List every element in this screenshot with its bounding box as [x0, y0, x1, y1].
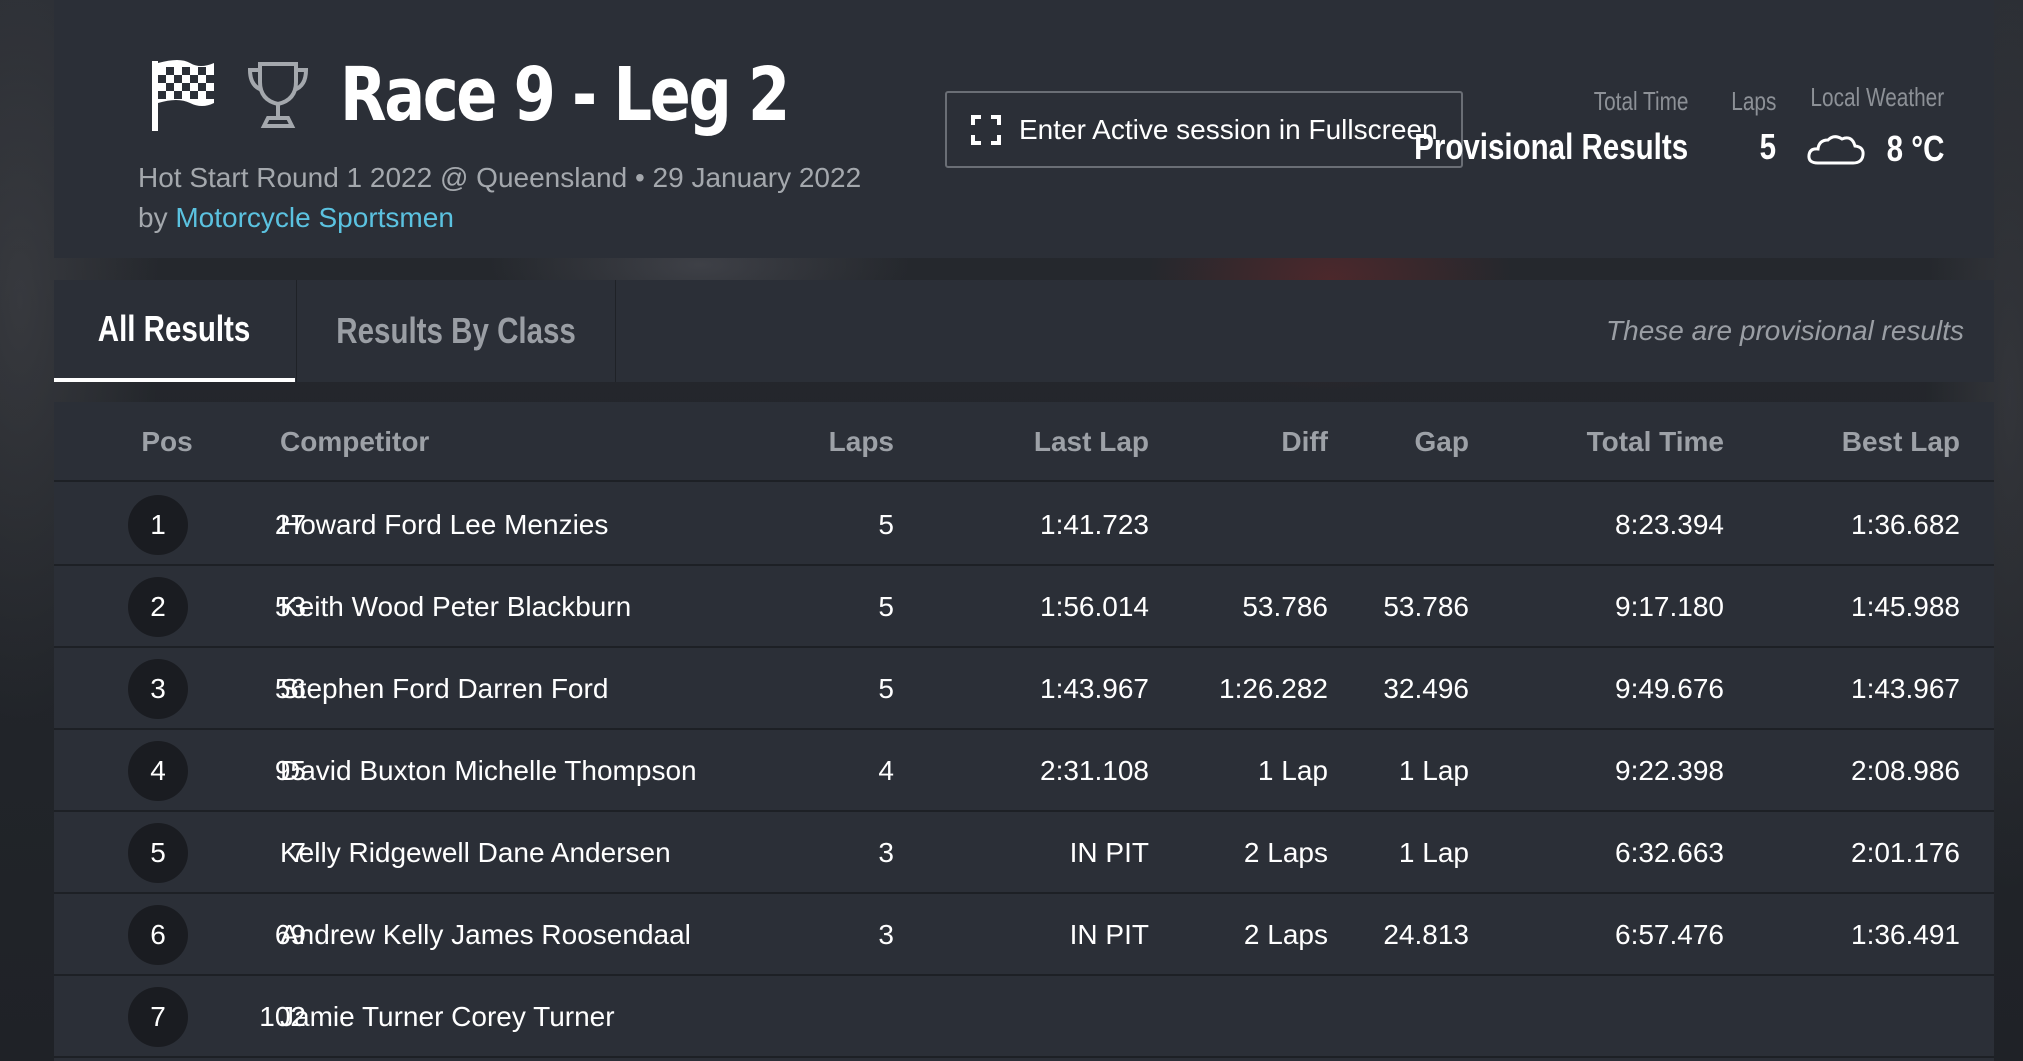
- cell-laps: 5: [878, 591, 894, 622]
- cell-laps: 3: [878, 919, 894, 950]
- cell-competitor: Stephen Ford Darren Ford: [280, 673, 609, 704]
- cell-total-time: 8:23.394: [1615, 509, 1724, 540]
- cell-best-lap: 2:01.176: [1851, 837, 1960, 868]
- cell-best-lap: 1:36.682: [1851, 509, 1960, 540]
- results-table: Pos Competitor Laps Last Lap Diff Gap To…: [54, 402, 1994, 1061]
- cell-diff: [1154, 976, 1328, 1058]
- weather-label: Local Weather: [1810, 82, 1944, 112]
- cell-best-lap: 2:08.986: [1851, 755, 1960, 786]
- table-header: Pos Competitor Laps Last Lap Diff Gap To…: [54, 402, 1994, 482]
- position-badge: 3: [128, 659, 188, 719]
- position-badge: 4: [128, 741, 188, 801]
- cell-competitor: Keith Wood Peter Blackburn: [280, 591, 632, 622]
- col-total-time[interactable]: Total Time: [1474, 402, 1724, 482]
- position-badge: 5: [128, 823, 188, 883]
- table-row[interactable]: 6 69 Andrew Kelly James Roosendaal 3 IN PIT 2…: [54, 894, 1994, 976]
- cell-total-time: [1474, 976, 1724, 1058]
- table-row[interactable]: 2 53 Keith Wood Peter Blackburn 5 1:56.014 53…: [54, 566, 1994, 648]
- cell-best-lap: [1734, 976, 1960, 1058]
- cell-last-lap: 2:31.108: [1040, 755, 1149, 786]
- col-competitor[interactable]: Competitor: [280, 402, 429, 482]
- cell-gap: [1334, 976, 1469, 1058]
- cell-diff: 1 Lap: [1257, 755, 1328, 786]
- col-best-lap[interactable]: Best Lap: [1734, 402, 1960, 482]
- cell-total-time: 9:49.676: [1615, 673, 1724, 704]
- cell-diff: 1:26.282: [1219, 673, 1328, 704]
- organizer-link[interactable]: Motorcycle Sportsmen: [175, 202, 454, 233]
- session-header: Race 9 - Leg 2 Hot Start Round 1 2022 @ …: [54, 0, 1994, 258]
- cell-gap: [1334, 484, 1469, 566]
- cloud-icon: [1807, 135, 1865, 165]
- position-badge: 6: [128, 905, 188, 965]
- col-gap[interactable]: Gap: [1334, 402, 1469, 482]
- expand-icon: [971, 114, 1001, 145]
- col-last-lap[interactable]: Last Lap: [904, 402, 1149, 482]
- cell-total-time: 9:22.398: [1615, 755, 1724, 786]
- weather-value: 8 °C: [1886, 128, 1944, 169]
- cell-laps: 5: [878, 509, 894, 540]
- col-diff[interactable]: Diff: [1154, 402, 1328, 482]
- cell-gap: 32.496: [1383, 673, 1469, 704]
- cell-last-lap: IN PIT: [1069, 919, 1149, 950]
- col-laps[interactable]: Laps: [714, 402, 894, 482]
- cell-gap: 24.813: [1383, 919, 1469, 950]
- table-row[interactable]: 1 27 Howard Ford Lee Menzies 5 1:41.723 8:23.…: [54, 484, 1994, 566]
- cell-laps: [714, 976, 894, 1058]
- cell-last-lap: IN PIT: [1069, 837, 1149, 868]
- cell-best-lap: 1:43.967: [1851, 673, 1960, 704]
- table-row[interactable]: 5 7 Kelly Ridgewell Dane Andersen 3 IN PIT 2 …: [54, 812, 1994, 894]
- fullscreen-label: Enter Active session in Fullscreen: [1019, 113, 1438, 145]
- tab-results-by-class-label: Results By Class: [336, 310, 576, 351]
- cell-total-time: 6:32.663: [1615, 837, 1724, 868]
- cell-last-lap: 1:41.723: [1040, 509, 1149, 540]
- cell-competitor: David Buxton Michelle Thompson: [280, 755, 697, 786]
- cell-diff: 2 Laps: [1243, 919, 1328, 950]
- table-row[interactable]: 3 56 Stephen Ford Darren Ford 5 1:43.967 1:26…: [54, 648, 1994, 730]
- cell-total-time: 6:57.476: [1615, 919, 1724, 950]
- table-row[interactable]: 7 102 Jamie Turner Corey Turner: [54, 976, 1994, 1058]
- organizer-byline: by Motorcycle Sportsmen: [138, 202, 454, 234]
- cell-laps: 3: [878, 837, 894, 868]
- cell-best-lap: 1:45.988: [1851, 591, 1960, 622]
- cell-competitor: Jamie Turner Corey Turner: [280, 1001, 615, 1032]
- cell-competitor: Kelly Ridgewell Dane Andersen: [280, 837, 671, 868]
- cell-diff: 2 Laps: [1243, 837, 1328, 868]
- cell-best-lap: 1:36.491: [1851, 919, 1960, 950]
- cell-gap: 1 Lap: [1398, 837, 1469, 868]
- position-badge: 1: [128, 495, 188, 555]
- cell-last-lap: 1:56.014: [1040, 591, 1149, 622]
- provisional-note: These are provisional results: [1606, 315, 1964, 346]
- checkered-flag-icon: [152, 60, 214, 131]
- cell-gap: 1 Lap: [1398, 755, 1469, 786]
- title-row: Race 9 - Leg 2: [150, 50, 886, 140]
- cell-last-lap: [904, 976, 1149, 1058]
- cell-total-time: 9:17.180: [1615, 591, 1724, 622]
- position-badge: 7: [128, 987, 188, 1047]
- table-row[interactable]: 4 95 David Buxton Michelle Thompson 4 2:31.1…: [54, 730, 1994, 812]
- weather-readout: 8 °C: [1806, 126, 1944, 172]
- cell-last-lap: 1:43.967: [1040, 673, 1149, 704]
- laps-value: 5: [1759, 126, 1776, 167]
- trophy-icon: [247, 62, 309, 128]
- tab-results-by-class[interactable]: Results By Class: [296, 280, 616, 382]
- cell-competitor: Howard Ford Lee Menzies: [280, 509, 609, 540]
- cell-gap: 53.786: [1383, 591, 1469, 622]
- page-title: Race 9 - Leg 2: [340, 52, 790, 138]
- results-tabs: All Results Results By Class These are p…: [54, 280, 1994, 382]
- cell-laps: 4: [878, 755, 894, 786]
- event-subtitle: Hot Start Round 1 2022 @ Queensland • 29…: [138, 162, 862, 193]
- cell-diff: 53.786: [1242, 591, 1328, 622]
- tab-all-results-label: All Results: [98, 308, 251, 349]
- cell-diff: [1154, 484, 1328, 566]
- position-badge: 2: [128, 577, 188, 637]
- tab-all-results[interactable]: All Results: [54, 280, 295, 382]
- laps-label: Laps: [1730, 86, 1776, 116]
- cell-competitor: Andrew Kelly James Roosendaal: [280, 919, 691, 950]
- by-prefix: by: [138, 202, 168, 233]
- col-pos[interactable]: Pos: [137, 402, 197, 482]
- fullscreen-button[interactable]: Enter Active session in Fullscreen: [945, 91, 1463, 168]
- cell-laps: 5: [878, 673, 894, 704]
- total-time-label: Total Time: [1593, 86, 1688, 116]
- total-time-value: Provisional Results: [1414, 126, 1688, 167]
